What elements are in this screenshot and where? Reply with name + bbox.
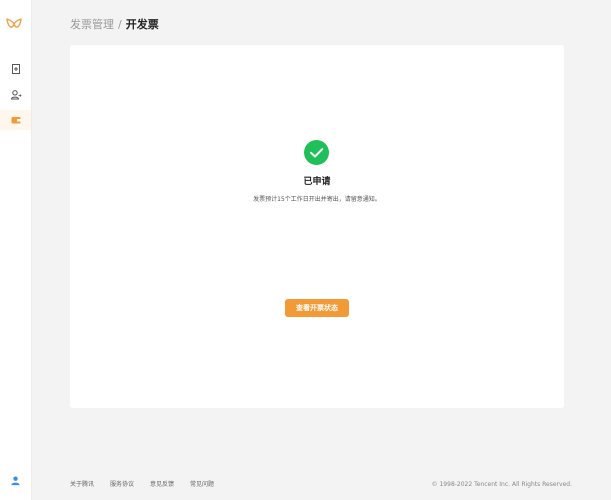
user-avatar[interactable] xyxy=(0,472,31,488)
document-add-icon xyxy=(11,64,20,74)
breadcrumb: 发票管理 / 开发票 xyxy=(70,17,159,33)
footer-link-feedback[interactable]: 意见反馈 xyxy=(150,481,174,488)
breadcrumb-separator: / xyxy=(118,18,122,31)
person-switch-icon xyxy=(10,90,22,100)
sidebar-item-account[interactable] xyxy=(0,85,31,105)
sidebar xyxy=(0,0,32,500)
result-description: 发票预计15个工作日开出并寄出，请留意通知。 xyxy=(253,196,381,203)
result-title: 已申请 xyxy=(303,177,331,187)
sidebar-item-billing[interactable] xyxy=(0,110,31,130)
sidebar-item-invoice[interactable] xyxy=(0,59,31,79)
footer-links: 关于腾讯 服务协议 意见反馈 常见问题 xyxy=(70,481,230,488)
footer-link-terms[interactable]: 服务协议 xyxy=(110,481,134,488)
wallet-icon xyxy=(11,117,20,124)
page-title: 开发票 xyxy=(125,18,159,31)
user-icon xyxy=(11,475,20,485)
result-card: 已申请 发票预计15个工作日开出并寄出，请留意通知。 查看开票状态 xyxy=(70,45,564,408)
footer-link-faq[interactable]: 常见问题 xyxy=(190,481,214,488)
footer: 关于腾讯 服务协议 意见反馈 常见问题 © 1998-2022 Tencent Inc… xyxy=(70,480,572,490)
footer-link-about[interactable]: 关于腾讯 xyxy=(70,481,94,488)
copyright: © 1998-2022 Tencent Inc. All Rights Rese… xyxy=(431,481,572,488)
view-invoice-status-button[interactable]: 查看开票状态 xyxy=(285,299,349,317)
check-circle-icon xyxy=(304,140,329,165)
logo-icon[interactable] xyxy=(5,15,23,33)
breadcrumb-invoice-management[interactable]: 发票管理 xyxy=(70,18,114,31)
